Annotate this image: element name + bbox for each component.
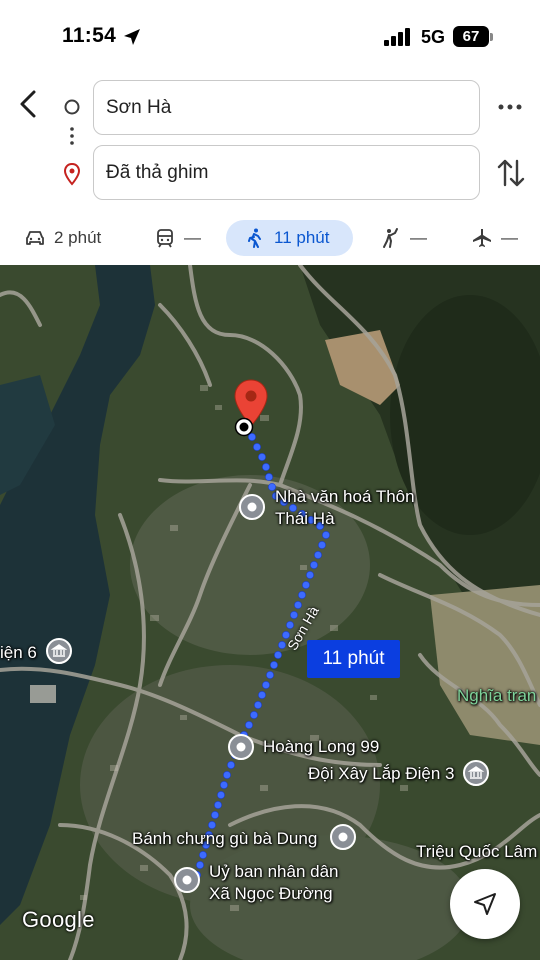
- status-time: 11:54: [62, 24, 117, 47]
- signal-icon: [384, 28, 410, 46]
- government-building-icon[interactable]: [462, 759, 490, 787]
- place-label-uy-ban[interactable]: Uỷ ban nhân dân Xã Ngọc Đường: [209, 861, 339, 905]
- place-pin-icon[interactable]: [238, 493, 266, 521]
- place-pin-icon[interactable]: [329, 823, 357, 851]
- start-point-icon: [234, 417, 254, 437]
- place-label-nha-van-hoa[interactable]: Nhà văn hoá Thôn Thái Hà: [275, 486, 415, 530]
- mode-tab-walk[interactable]: 11 phút: [226, 220, 353, 256]
- start-navigation-button[interactable]: [450, 869, 520, 939]
- place-label-nghia-trang[interactable]: Nghĩa tran: [457, 686, 536, 706]
- flight-icon: [473, 229, 491, 247]
- map-view[interactable]: Nhà văn hoá Thôn Thái Hà 11 phút Sơn Hà …: [0, 265, 540, 960]
- status-bar: 11:54 5G 67: [0, 0, 540, 72]
- navigation-arrow-icon: [474, 893, 496, 915]
- route-markers: [63, 99, 81, 186]
- mode-label: 11 phút: [274, 228, 330, 247]
- google-logo: Google: [22, 907, 95, 932]
- government-building-icon[interactable]: [45, 637, 73, 665]
- route-duration-badge[interactable]: 11 phút: [307, 640, 400, 678]
- mode-label: —: [184, 228, 201, 247]
- origin-input[interactable]: Sơn Hà: [93, 80, 480, 135]
- transit-icon: [157, 229, 173, 248]
- mode-tab-flight[interactable]: —: [471, 220, 518, 256]
- mode-tab-car[interactable]: 2 phút: [24, 220, 101, 256]
- walk-icon: [248, 228, 261, 248]
- swap-icon[interactable]: [494, 155, 528, 191]
- place-label-trieu-quoc-lam[interactable]: Triệu Quốc Lâm: [416, 842, 537, 862]
- place-label-line: Nhà văn hoá Thôn Thái Hà: [275, 487, 415, 528]
- rideshare-icon: [383, 228, 398, 248]
- place-label-line: Uỷ ban nhân dân Xã Ngọc Đường: [209, 862, 339, 903]
- place-pin-icon[interactable]: [227, 733, 255, 761]
- more-options-icon[interactable]: [492, 92, 528, 122]
- place-label-dien-6[interactable]: iện 6: [0, 643, 37, 663]
- car-icon: [26, 231, 44, 245]
- place-pin-icon[interactable]: [173, 866, 201, 894]
- place-label-hoang-long[interactable]: Hoàng Long 99: [263, 737, 379, 757]
- destination-input[interactable]: Đã thả ghim: [93, 145, 480, 200]
- battery-level: 67: [462, 28, 480, 45]
- back-arrow-icon[interactable]: [10, 86, 46, 122]
- mode-tab-rideshare[interactable]: —: [380, 220, 427, 256]
- mode-label: —: [410, 228, 427, 247]
- mode-tab-transit[interactable]: —: [154, 220, 201, 256]
- travel-mode-tabs: 2 phút — 11 phút — —: [0, 212, 540, 264]
- network-type: 5G: [421, 27, 446, 47]
- mode-label: —: [501, 228, 518, 247]
- mode-label: 2 phút: [54, 228, 102, 247]
- battery-icon: 67: [453, 26, 493, 48]
- location-arrow-icon: [124, 29, 140, 45]
- place-label-banh-chung[interactable]: Bánh chưng gù bà Dung: [132, 829, 317, 849]
- place-label-doi-xay-lap[interactable]: Đội Xây Lắp Điện 3: [308, 764, 454, 784]
